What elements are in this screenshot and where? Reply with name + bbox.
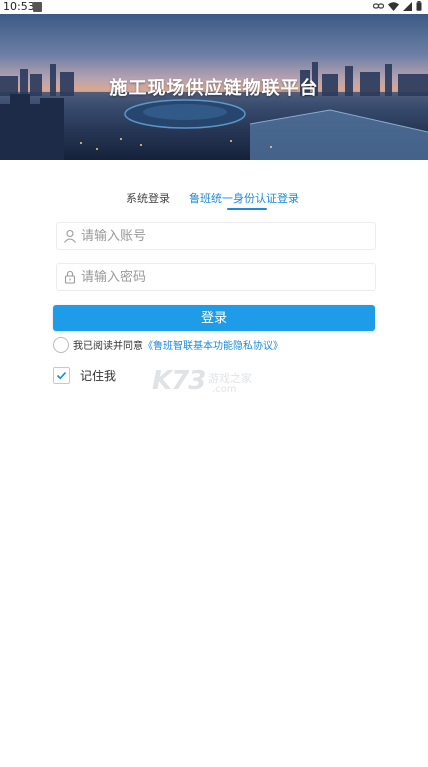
status-bar: 10:53 <box>0 0 428 14</box>
watermark-brand: K73 <box>152 366 206 396</box>
agreement-text: 我已阅读并同意《鲁班智联基本功能隐私协议》 <box>73 337 283 352</box>
battery-icon <box>416 1 422 11</box>
agreement-row: 我已阅读并同意《鲁班智联基本功能隐私协议》 <box>53 336 383 354</box>
app-notification-icon <box>33 2 42 12</box>
login-button[interactable]: 登录 <box>53 305 375 331</box>
agreement-radio[interactable] <box>53 337 69 353</box>
hero-banner: 施工现场供应链物联平台 <box>0 14 428 160</box>
password-field[interactable] <box>56 263 376 291</box>
login-tabs: 系统登录 鲁班统一身份认证登录 <box>0 190 428 214</box>
tab-luban-id-login[interactable]: 鲁班统一身份认证登录 <box>189 190 299 206</box>
privacy-agreement-link[interactable]: 《鲁班智联基本功能隐私协议》 <box>143 341 283 352</box>
signal-icon <box>403 1 412 11</box>
user-icon <box>64 229 76 243</box>
password-input[interactable] <box>81 267 361 287</box>
remember-me-row: 记住我 <box>53 367 153 385</box>
status-icons <box>373 1 422 11</box>
account-input[interactable] <box>81 226 361 246</box>
active-tab-indicator <box>227 208 267 210</box>
account-field[interactable] <box>56 222 376 250</box>
watermark-domain: .com <box>212 384 237 395</box>
status-time: 10:53 <box>3 0 35 13</box>
link-icon <box>373 3 384 9</box>
page-title: 施工现场供应链物联平台 <box>109 78 319 99</box>
watermark-logo: K73 游戏之家 .com <box>152 366 282 400</box>
wifi-icon <box>388 1 399 11</box>
remember-me-label: 记住我 <box>80 369 117 383</box>
checkmark-icon <box>56 371 67 380</box>
tab-system-login[interactable]: 系统登录 <box>126 190 170 206</box>
agreement-prefix: 我已阅读并同意 <box>73 341 143 352</box>
lock-icon <box>64 270 76 284</box>
remember-me-checkbox[interactable] <box>53 367 70 384</box>
